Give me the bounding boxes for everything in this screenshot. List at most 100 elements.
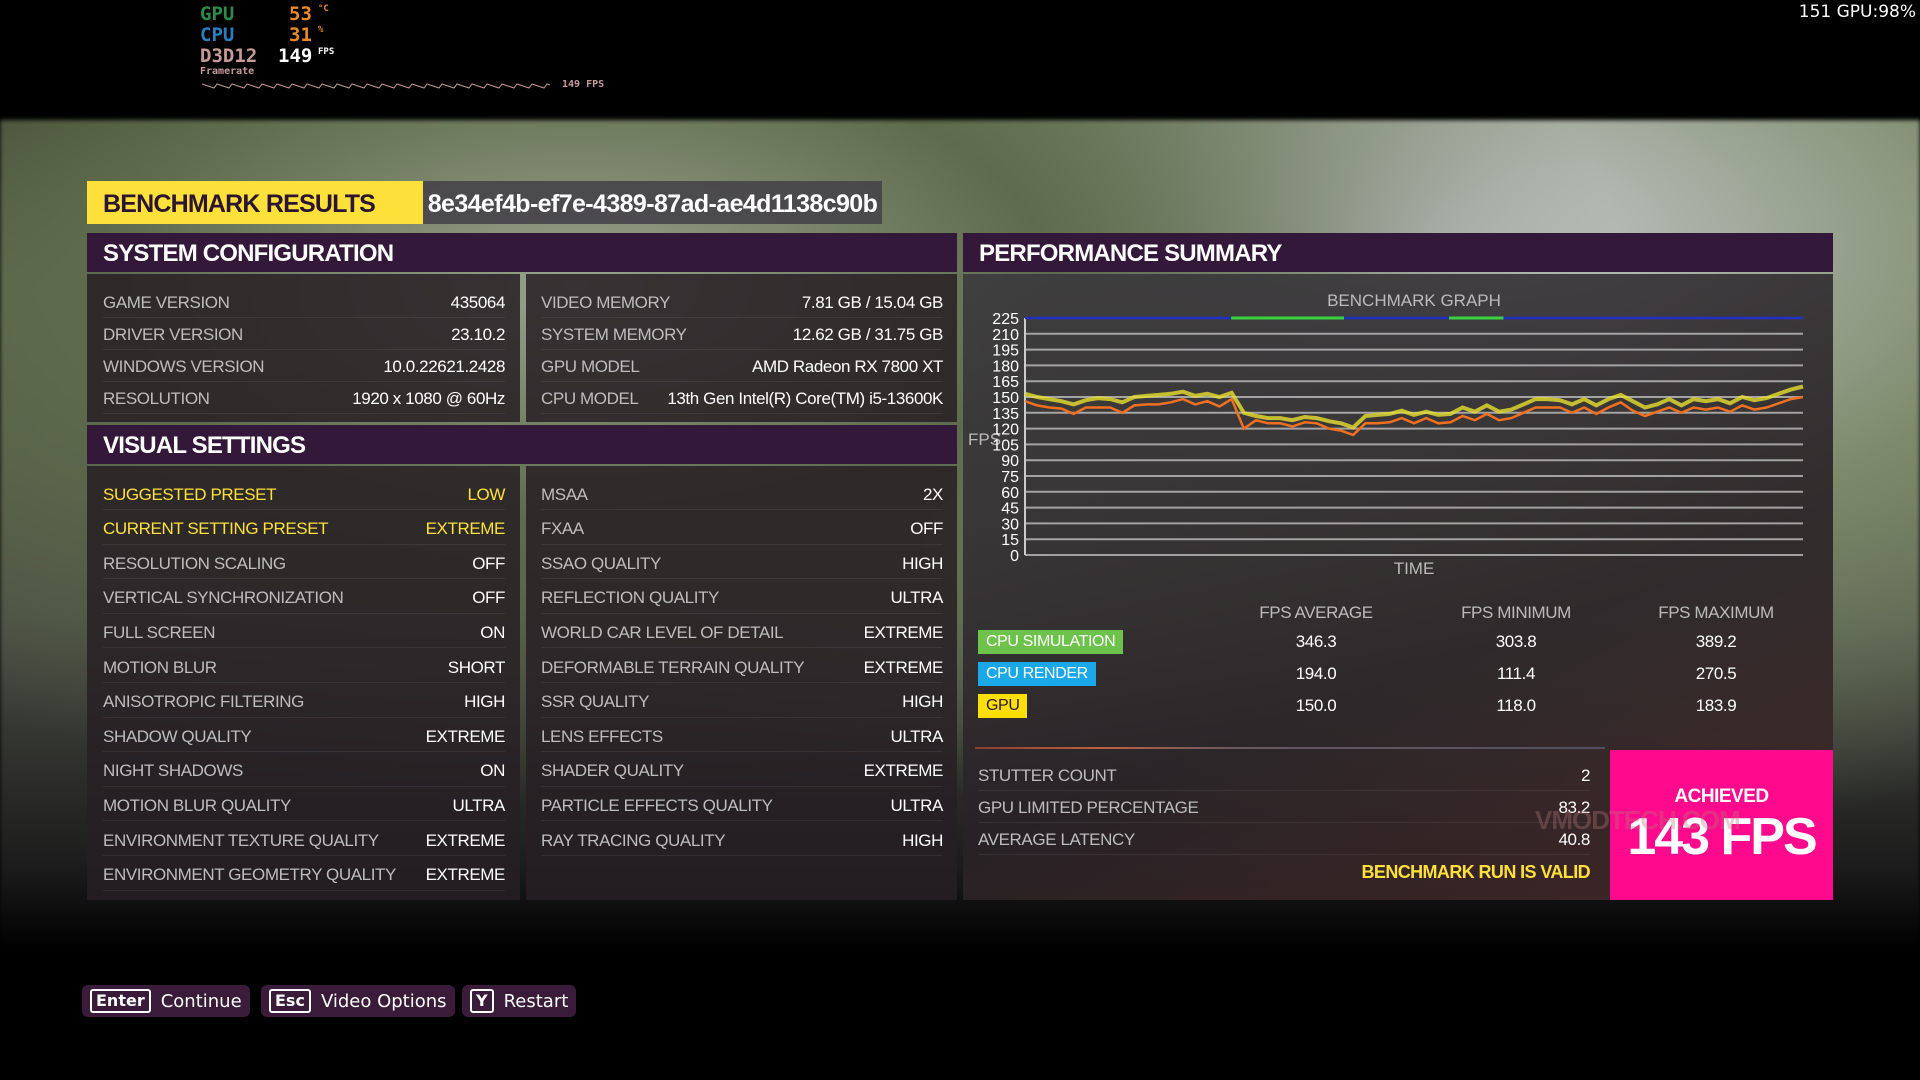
osd-gpu-unit: °C	[318, 4, 329, 14]
button-restart[interactable]: Y Restart	[462, 985, 577, 1017]
setting-label: FULL SCREEN	[103, 622, 216, 642]
stat-row: STUTTER COUNT 2	[978, 761, 1590, 791]
performance-summary-header: PERFORMANCE SUMMARY	[963, 233, 1833, 272]
setting-label: MSAA	[541, 484, 588, 504]
setting-value: AMD Radeon RX 7800 XT	[752, 356, 943, 376]
setting-value: ULTRA	[890, 588, 944, 608]
fps-max-value: 270.5	[1695, 664, 1737, 683]
setting-row: ENVIRONMENT GEOMETRY QUALITY EXTREME	[103, 861, 505, 891]
setting-value: LOW	[467, 484, 505, 504]
y-tick-label: 120	[992, 422, 1019, 439]
y-tick-label: 60	[1001, 485, 1019, 502]
osd-fps-unit: FPS	[318, 47, 335, 57]
setting-label: LENS EFFECTS	[541, 726, 663, 746]
setting-row: NIGHT SHADOWS ON	[103, 757, 505, 787]
setting-value: 2X	[923, 484, 943, 504]
setting-value: 435064	[450, 292, 506, 312]
setting-row: WINDOWS VERSION 10.0.22621.2428	[103, 352, 505, 382]
setting-value: OFF	[910, 519, 943, 539]
setting-row: PARTICLE EFFECTS QUALITY ULTRA	[541, 791, 943, 822]
setting-row: GAME VERSION 435064	[103, 288, 505, 318]
osd-cpu-load: 31	[289, 24, 312, 46]
key-hint-icon: Enter	[90, 989, 151, 1013]
osd-corner-readout: 151 GPU:98%	[1798, 2, 1916, 22]
setting-label: WINDOWS VERSION	[103, 356, 265, 376]
row-label-tag: GPU	[978, 694, 1028, 718]
setting-row: CPU MODEL 13th Gen Intel(R) Core(TM) i5-1…	[541, 384, 943, 414]
fps-max-value: 389.2	[1695, 632, 1737, 651]
y-tick-label: 150	[992, 390, 1019, 407]
setting-row: FXAA OFF	[541, 515, 943, 545]
setting-label: SSR QUALITY	[541, 692, 650, 712]
setting-row: LENS EFFECTS ULTRA	[541, 722, 944, 753]
row-label-tag: CPU SIMULATION	[978, 630, 1124, 654]
series-line-1	[1024, 384, 1804, 430]
column-header: FPS MINIMUM	[1461, 603, 1571, 622]
y-tick-label: 195	[992, 343, 1019, 360]
button-label: Continue	[160, 990, 242, 1012]
fps-avg-value: 346.3	[1295, 632, 1337, 651]
setting-label: DRIVER VERSION	[103, 324, 243, 344]
setting-row: MOTION BLUR QUALITY ULTRA	[103, 791, 505, 822]
setting-value: HIGH	[902, 830, 943, 850]
stat-row: GPU LIMITED PERCENTAGE 83.2	[978, 793, 1590, 823]
button-video-options[interactable]: Esc Video Options	[261, 985, 455, 1017]
setting-value: EXTREME	[425, 726, 506, 746]
osd-fps: 149	[278, 45, 313, 67]
setting-row: ANISOTROPIC FILTERING HIGH	[103, 688, 505, 718]
setting-label: VIDEO MEMORY	[541, 292, 671, 312]
benchmark-guid: 8e34ef4b-ef7e-4389-87ad-ae4d1138c90b	[423, 181, 882, 224]
setting-label: SYSTEM MEMORY	[541, 324, 687, 344]
fps-avg-value: 150.0	[1295, 696, 1337, 715]
setting-value: 7.81 GB / 15.04 GB	[801, 292, 944, 312]
benchmark-valid-status: BENCHMARK RUN IS VALID	[1361, 862, 1591, 882]
setting-label: ANISOTROPIC FILTERING	[103, 692, 304, 712]
setting-row: CURRENT SETTING PRESET EXTREME	[103, 515, 505, 545]
stat-label: AVERAGE LATENCY	[978, 829, 1135, 849]
setting-row: MOTION BLUR SHORT	[103, 653, 505, 683]
setting-value: ON	[480, 622, 505, 642]
setting-label: FXAA	[541, 519, 584, 539]
fps-min-value: 111.4	[1496, 664, 1536, 683]
setting-value: HIGH	[902, 692, 943, 712]
setting-value: HIGH	[902, 553, 943, 573]
setting-row: RESOLUTION 1920 x 1080 @ 60Hz	[103, 384, 505, 414]
setting-label: GPU MODEL	[541, 356, 640, 376]
fps-avg-value: 194.0	[1295, 664, 1337, 683]
system-configuration-header: SYSTEM CONFIGURATION	[87, 233, 957, 272]
setting-label: CPU MODEL	[541, 388, 639, 408]
watermark: VMODTECH.COM	[1535, 805, 1741, 835]
setting-value: EXTREME	[863, 622, 944, 642]
button-label: Video Options	[320, 990, 447, 1012]
y-tick-label: 180	[992, 358, 1019, 375]
setting-row: VIDEO MEMORY 7.81 GB / 15.04 GB	[541, 288, 943, 318]
osd-gpu-temp: 53	[289, 3, 312, 25]
setting-row: DRIVER VERSION 23.10.2	[103, 320, 505, 350]
y-tick-label: 135	[992, 406, 1019, 423]
setting-value: EXTREME	[425, 830, 506, 850]
button-continue[interactable]: Enter Continue	[82, 985, 250, 1017]
benchmark-results-title: BENCHMARK RESULTS	[87, 181, 423, 224]
setting-label: ENVIRONMENT GEOMETRY QUALITY	[103, 865, 396, 885]
setting-value: EXTREME	[863, 761, 944, 781]
osd-cpu-label: CPU	[200, 24, 235, 46]
setting-row: GPU MODEL AMD Radeon RX 7800 XT	[541, 352, 943, 382]
y-tick-label: 225	[992, 311, 1019, 328]
column-header: FPS MAXIMUM	[1658, 603, 1774, 622]
stat-row: AVERAGE LATENCY 40.8	[978, 825, 1590, 855]
setting-row: SHADOW QUALITY EXTREME	[103, 722, 506, 753]
setting-value: ON	[480, 761, 505, 781]
setting-row: REFLECTION QUALITY ULTRA	[541, 584, 943, 614]
key-hint-icon: Esc	[269, 989, 311, 1013]
setting-label: RAY TRACING QUALITY	[541, 830, 726, 850]
y-tick-label: 210	[992, 327, 1019, 344]
y-tick-label: 30	[1001, 516, 1019, 533]
stat-label: GPU LIMITED PERCENTAGE	[978, 797, 1199, 817]
setting-row: ENVIRONMENT TEXTURE QUALITY EXTREME	[103, 826, 505, 856]
setting-value: 12.62 GB / 31.75 GB	[792, 324, 944, 344]
setting-label: SHADOW QUALITY	[103, 726, 252, 746]
setting-value: ULTRA	[890, 726, 944, 746]
button-label: Restart	[503, 990, 569, 1012]
setting-row: MSAA 2X	[541, 480, 943, 510]
setting-row: DEFORMABLE TERRAIN QUALITY EXTREME	[541, 653, 943, 683]
